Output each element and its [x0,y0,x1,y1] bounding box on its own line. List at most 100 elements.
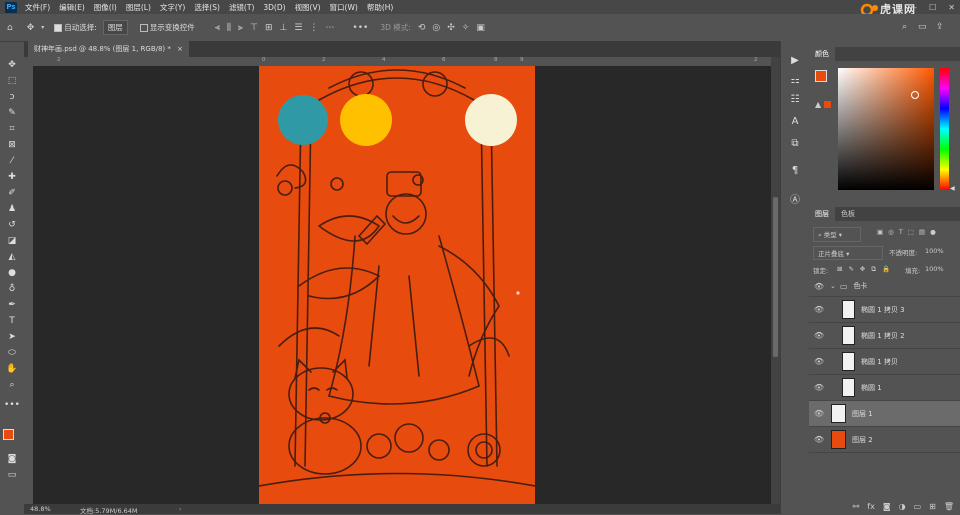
menu-type[interactable]: 文字(Y) [160,2,185,13]
fx-icon[interactable]: fx [867,502,875,511]
adjust-icon[interactable]: ⚏ [789,75,801,87]
paint-bucket-icon[interactable]: ◭ [4,251,20,263]
lock-icons[interactable]: ⊠✎✥⧉🔒 [837,265,896,274]
hand-tool-icon[interactable]: ✋ [4,363,20,375]
close-tab-button[interactable]: × [177,45,183,53]
play-icon[interactable]: ▶ [789,55,801,67]
layer-row[interactable]: 👁 椭圆 1 拷贝 3 [809,297,960,323]
frame-tool-icon[interactable]: ⊠ [4,139,20,151]
eye-icon[interactable]: 👁 [812,383,826,392]
align-left-icon[interactable]: ⫷ [215,23,220,33]
menu-layer[interactable]: 图层(L) [126,2,151,13]
hue-slider-handle-icon[interactable]: ◀ [950,185,955,192]
maximize-button[interactable]: ☐ [929,3,936,12]
distribute-icon[interactable]: ☰ [294,23,302,33]
show-transform-option[interactable]: 显示变换控件 [139,22,195,33]
3d-roll-icon[interactable]: ◎ [432,23,440,33]
pen-tool-icon[interactable]: ✒ [4,299,20,311]
hue-slider[interactable] [940,68,949,190]
layer-row[interactable]: 👁 椭圆 1 [809,375,960,401]
align-top-icon[interactable]: ⊤ [250,23,258,33]
foreground-color-swatch[interactable] [815,70,827,82]
layer-filter-dropdown[interactable]: ⌕ 类型 ▾ [813,227,861,242]
color-picker-field[interactable] [838,68,934,190]
picker-cursor[interactable] [911,91,919,99]
dodge-tool-icon[interactable]: ♁ [4,283,20,295]
minimize-button[interactable]: — [909,3,917,12]
chevron-down-icon[interactable]: ▾ [41,24,44,31]
menu-image[interactable]: 图像(I) [94,2,117,13]
foreground-color-swatch[interactable] [3,429,14,440]
layer-row-selected[interactable]: 👁 图层 1 [809,401,960,427]
crop-tool-icon[interactable]: ⌗ [4,123,20,135]
edit-toolbar-icon[interactable]: ••• [4,399,20,411]
layer-group-row[interactable]: 👁 ⌄ ▭ 色卡 [809,276,960,297]
shape-tool-icon[interactable]: ⬭ [4,347,20,359]
healing-brush-icon[interactable]: ✚ [4,171,20,183]
close-window-button[interactable]: ✕ [948,3,955,12]
character-icon[interactable]: A [789,116,801,128]
layer-row[interactable]: 👁 椭圆 1 拷贝 2 [809,323,960,349]
screen-mode-icon[interactable]: ▭ [4,469,20,481]
auto-select-checkbox[interactable] [54,23,63,32]
workspace-icon[interactable]: ▭ [918,22,927,32]
glyph-icon[interactable]: ¶ [789,165,801,177]
scrollbar-thumb[interactable] [773,197,778,357]
search-icon[interactable]: ⌕ [902,22,907,32]
align-center-icon[interactable]: ⫼ [227,23,231,33]
zoom-level[interactable]: 48.8% [30,505,51,513]
menu-select[interactable]: 选择(S) [194,2,220,13]
canvas-workspace[interactable] [33,66,771,504]
vertical-scrollbar[interactable] [771,57,780,504]
color-swatch-yellow[interactable] [340,94,392,146]
link-icon[interactable]: ⚯ [853,502,860,511]
blur-tool-icon[interactable]: ● [4,267,20,279]
distribute-h-icon[interactable]: ⋮ [309,23,318,33]
layer-row[interactable]: 👁 图层 2 [809,427,960,453]
opacity-value[interactable]: 100% [925,247,944,255]
zoom-tool-icon[interactable]: ⌕ [4,379,20,391]
adjustment-icon[interactable]: ◑ [899,502,906,511]
menu-view[interactable]: 视图(V) [295,2,321,13]
status-arrow-icon[interactable]: › [179,506,181,513]
more-options-icon[interactable]: ••• [352,23,368,33]
filter-icons[interactable]: ▣◎T⬚▤● [877,228,941,236]
home-icon[interactable]: ⌂ [7,23,13,33]
color-swatch-cream[interactable] [465,94,517,146]
share-icon[interactable]: ⇪ [936,22,944,32]
align-bottom-icon[interactable]: ⊥ [280,23,288,33]
paragraph-icon[interactable]: ⧉ [789,138,801,150]
path-select-icon[interactable]: ➤ [4,331,20,343]
chevron-down-icon[interactable]: ⌄ [830,282,836,290]
3d-rotate-icon[interactable]: ⟲ [418,23,426,33]
warning-icon[interactable]: ▲ [815,100,821,109]
menu-3d[interactable]: 3D(D) [263,3,285,12]
show-transform-checkbox[interactable] [139,23,148,32]
properties-icon[interactable]: ☷ [789,94,801,106]
eye-icon[interactable]: 👁 [812,305,826,314]
3d-scale-icon[interactable]: ▣ [476,23,485,33]
quick-select-tool-icon[interactable]: ✎ [4,107,20,119]
fill-value[interactable]: 100% [925,265,944,273]
menu-file[interactable]: 文件(F) [25,2,50,13]
3d-slide-icon[interactable]: ✧ [462,23,470,33]
eye-icon[interactable]: 👁 [812,435,826,444]
marquee-tool-icon[interactable]: ⬚ [4,75,20,87]
eye-icon[interactable]: 👁 [812,409,826,418]
menu-edit[interactable]: 编辑(E) [59,2,85,13]
distribute-v-icon[interactable]: ⋯ [325,23,334,33]
quick-mask-icon[interactable]: ◙ [4,453,20,465]
3d-drag-icon[interactable]: ✣ [447,23,455,33]
auto-select-option[interactable]: 自动选择: [54,22,97,33]
move-tool-icon[interactable]: ✥ [27,23,35,33]
tab-layers[interactable]: 图层 [809,207,835,221]
tab-swatches[interactable]: 色板 [835,207,861,221]
type-tool-icon[interactable]: T [4,315,20,327]
eraser-tool-icon[interactable]: ◪ [4,235,20,247]
menu-window[interactable]: 窗口(W) [330,2,358,13]
eye-icon[interactable]: 👁 [812,282,826,291]
history-brush-icon[interactable]: ↺ [4,219,20,231]
clone-stamp-icon[interactable]: ♟ [4,203,20,215]
photoshop-logo-icon[interactable]: Ps [5,1,17,13]
move-tool-icon[interactable]: ✥ [4,59,20,71]
